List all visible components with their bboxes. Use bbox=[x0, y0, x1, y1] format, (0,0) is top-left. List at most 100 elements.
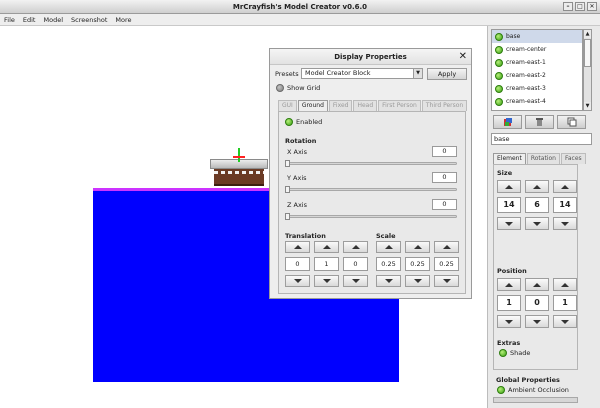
y-axis-field[interactable]: 0 bbox=[432, 172, 457, 183]
element-list-scrollbar[interactable]: ▲ ▼ bbox=[583, 29, 592, 111]
size-y-up-button[interactable] bbox=[525, 180, 549, 193]
size-x-down-button[interactable] bbox=[497, 217, 521, 230]
show-grid-toggle[interactable]: Show Grid bbox=[276, 84, 320, 92]
position-z-down-button[interactable] bbox=[553, 315, 577, 328]
tab-fixed[interactable]: Fixed bbox=[328, 100, 353, 111]
position-x-up-button[interactable] bbox=[497, 278, 521, 291]
tab-head[interactable]: Head bbox=[353, 100, 378, 111]
element-list[interactable]: base cream-center cream-east-1 cream-eas… bbox=[491, 29, 583, 111]
position-z-up-button[interactable] bbox=[553, 278, 577, 291]
list-item-cream-center[interactable]: cream-center bbox=[492, 43, 582, 56]
minimize-button[interactable]: – bbox=[563, 2, 573, 11]
add-element-button[interactable] bbox=[493, 115, 522, 129]
list-item-base[interactable]: base bbox=[492, 30, 582, 43]
visible-icon[interactable] bbox=[495, 84, 503, 93]
scale-z-down-button[interactable] bbox=[434, 275, 459, 287]
scale-y-down-button[interactable] bbox=[405, 275, 430, 287]
translation-y-field[interactable]: 1 bbox=[314, 257, 339, 271]
presets-select[interactable]: Model Creator Block ▼ bbox=[301, 68, 423, 79]
global-properties-heading: Global Properties bbox=[496, 376, 560, 384]
scale-x-up-button[interactable] bbox=[376, 241, 401, 253]
position-x-field[interactable]: 1 bbox=[497, 295, 521, 311]
list-item-cream-east-2[interactable]: cream-east-2 bbox=[492, 69, 582, 82]
position-z-field[interactable]: 1 bbox=[553, 295, 577, 311]
bottom-scrollbar[interactable] bbox=[493, 397, 578, 403]
tab-rotation[interactable]: Rotation bbox=[526, 153, 560, 164]
position-y-up-button[interactable] bbox=[525, 278, 549, 291]
element-name-field[interactable]: base bbox=[491, 133, 592, 145]
size-y-down-button[interactable] bbox=[525, 217, 549, 230]
visible-icon[interactable] bbox=[495, 32, 503, 41]
scale-x-field[interactable]: 0.25 bbox=[376, 257, 401, 271]
scale-x-down-button[interactable] bbox=[376, 275, 401, 287]
scroll-down-icon[interactable]: ▼ bbox=[584, 102, 591, 110]
translation-z-up-button[interactable] bbox=[343, 241, 368, 253]
size-z-field[interactable]: 14 bbox=[553, 197, 577, 213]
y-axis-slider[interactable] bbox=[287, 188, 457, 191]
tab-faces[interactable]: Faces bbox=[560, 153, 586, 164]
z-axis-slider[interactable] bbox=[287, 215, 457, 218]
size-x-field[interactable]: 14 bbox=[497, 197, 521, 213]
menu-more[interactable]: More bbox=[111, 14, 135, 25]
ambient-occlusion-toggle[interactable]: Ambient Occlusion bbox=[497, 386, 569, 394]
shade-label: Shade bbox=[510, 349, 531, 357]
title-bar: MrCrayfish's Model Creator v0.6.0 – □ ✕ bbox=[0, 0, 600, 14]
scale-y-field[interactable]: 0.25 bbox=[405, 257, 430, 271]
translation-z-down-button[interactable] bbox=[343, 275, 368, 287]
translation-y-up-button[interactable] bbox=[314, 241, 339, 253]
list-item-cream-east-3[interactable]: cream-east-3 bbox=[492, 82, 582, 95]
visible-icon[interactable] bbox=[495, 58, 503, 67]
menu-screenshot[interactable]: Screenshot bbox=[67, 14, 111, 25]
x-axis-field[interactable]: 0 bbox=[432, 146, 457, 157]
tab-third-person[interactable]: Third Person bbox=[421, 100, 468, 111]
scrollbar-thumb[interactable] bbox=[584, 39, 591, 67]
translation-x-up-button[interactable] bbox=[285, 241, 310, 253]
size-y-field[interactable]: 6 bbox=[525, 197, 549, 213]
arrow-down-icon bbox=[293, 279, 302, 283]
tab-first-person[interactable]: First Person bbox=[378, 100, 421, 111]
shade-icon bbox=[499, 349, 507, 357]
y-axis-slider-thumb[interactable] bbox=[285, 186, 290, 193]
menu-model[interactable]: Model bbox=[39, 14, 67, 25]
z-axis-slider-thumb[interactable] bbox=[285, 213, 290, 220]
duplicate-element-button[interactable] bbox=[557, 115, 586, 129]
z-axis-field[interactable]: 0 bbox=[432, 199, 457, 210]
arrow-up-icon bbox=[293, 245, 302, 249]
visible-icon[interactable] bbox=[495, 45, 503, 54]
translation-z-field[interactable]: 0 bbox=[343, 257, 368, 271]
translation-y-down-button[interactable] bbox=[314, 275, 339, 287]
apply-button[interactable]: Apply bbox=[427, 68, 467, 80]
size-z-down-button[interactable] bbox=[553, 217, 577, 230]
tab-element[interactable]: Element bbox=[493, 153, 526, 164]
size-x-up-button[interactable] bbox=[497, 180, 521, 193]
arrow-down-icon bbox=[505, 221, 513, 226]
visible-icon[interactable] bbox=[495, 71, 503, 80]
position-x-down-button[interactable] bbox=[497, 315, 521, 328]
translation-x-field[interactable]: 0 bbox=[285, 257, 310, 271]
enabled-toggle[interactable]: Enabled bbox=[285, 118, 322, 126]
cake-model[interactable] bbox=[210, 159, 268, 187]
list-item-cream-east-1[interactable]: cream-east-1 bbox=[492, 56, 582, 69]
close-window-button[interactable]: ✕ bbox=[587, 2, 597, 11]
scale-y-up-button[interactable] bbox=[405, 241, 430, 253]
visible-icon[interactable] bbox=[495, 97, 503, 106]
delete-element-button[interactable] bbox=[525, 115, 554, 129]
x-axis-slider[interactable] bbox=[287, 162, 457, 165]
position-y-down-button[interactable] bbox=[525, 315, 549, 328]
close-icon[interactable]: ✕ bbox=[459, 51, 467, 62]
tab-gui[interactable]: GUI bbox=[278, 100, 297, 111]
scale-z-up-button[interactable] bbox=[434, 241, 459, 253]
maximize-button[interactable]: □ bbox=[575, 2, 585, 11]
menu-edit[interactable]: Edit bbox=[19, 14, 40, 25]
chevron-down-icon[interactable]: ▼ bbox=[413, 69, 422, 78]
scale-z-field[interactable]: 0.25 bbox=[434, 257, 459, 271]
tab-ground[interactable]: Ground bbox=[297, 100, 328, 111]
list-item-cream-east-4[interactable]: cream-east-4 bbox=[492, 95, 582, 108]
x-axis-slider-thumb[interactable] bbox=[285, 160, 290, 167]
scroll-up-icon[interactable]: ▲ bbox=[584, 30, 591, 38]
position-y-field[interactable]: 0 bbox=[525, 295, 549, 311]
translation-x-down-button[interactable] bbox=[285, 275, 310, 287]
menu-file[interactable]: File bbox=[0, 14, 19, 25]
size-z-up-button[interactable] bbox=[553, 180, 577, 193]
shade-toggle[interactable]: Shade bbox=[499, 349, 530, 357]
